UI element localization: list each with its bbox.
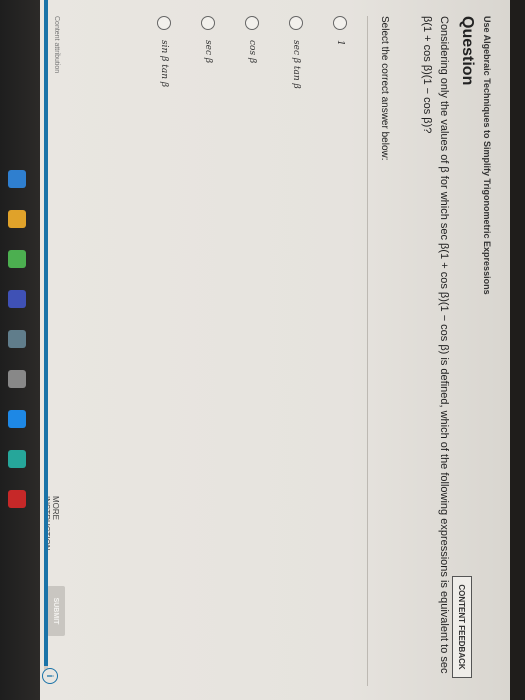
content-feedback-button[interactable]: CONTENT FEEDBACK (452, 576, 472, 678)
app-icon[interactable] (8, 330, 26, 348)
info-icon[interactable]: i (42, 668, 58, 684)
app-icon[interactable] (8, 170, 26, 188)
submit-button[interactable]: SUBMIT (47, 586, 65, 636)
answer-option[interactable]: sec β (196, 16, 220, 63)
answer-option[interactable]: sec β tan β (284, 16, 308, 89)
app-icon[interactable] (8, 370, 26, 388)
content-attribution-link[interactable]: Content attribution (53, 16, 60, 73)
option-label: sin β tan β (159, 40, 169, 88)
radio-button[interactable] (333, 16, 347, 30)
radio-button[interactable] (201, 16, 215, 30)
option-label: 1 (335, 40, 345, 46)
question-prompt: Considering only the values of β for whi… (421, 16, 450, 674)
app-icon[interactable] (8, 250, 26, 268)
divider (367, 16, 368, 686)
taskbar (0, 0, 40, 700)
answer-option[interactable]: cos β (240, 16, 264, 63)
option-label: sec β tan β (291, 40, 301, 89)
answer-option[interactable]: sin β tan β (152, 16, 176, 87)
answer-option[interactable]: 1 (328, 16, 352, 46)
app-icon[interactable] (8, 210, 26, 228)
radio-button[interactable] (245, 16, 259, 30)
app-icon[interactable] (8, 490, 26, 508)
app-icon[interactable] (8, 410, 26, 428)
progress-bar (44, 0, 48, 680)
question-heading: Question (459, 16, 476, 86)
select-instruction: Select the correct answer below: (379, 16, 390, 161)
topic-title: Use Algebraic Techniques to Simplify Tri… (482, 16, 492, 295)
radio-button[interactable] (157, 16, 171, 30)
progress-fill (44, 0, 48, 667)
question-page: Use Algebraic Techniques to Simplify Tri… (40, 0, 510, 700)
option-label: cos β (247, 40, 257, 64)
question-card: Use Algebraic Techniques to Simplify Tri… (42, 16, 500, 686)
option-label: sec β (203, 40, 213, 64)
screen-edge (510, 0, 525, 700)
radio-button[interactable] (289, 16, 303, 30)
app-icon[interactable] (8, 290, 26, 308)
app-icon[interactable] (8, 450, 26, 468)
